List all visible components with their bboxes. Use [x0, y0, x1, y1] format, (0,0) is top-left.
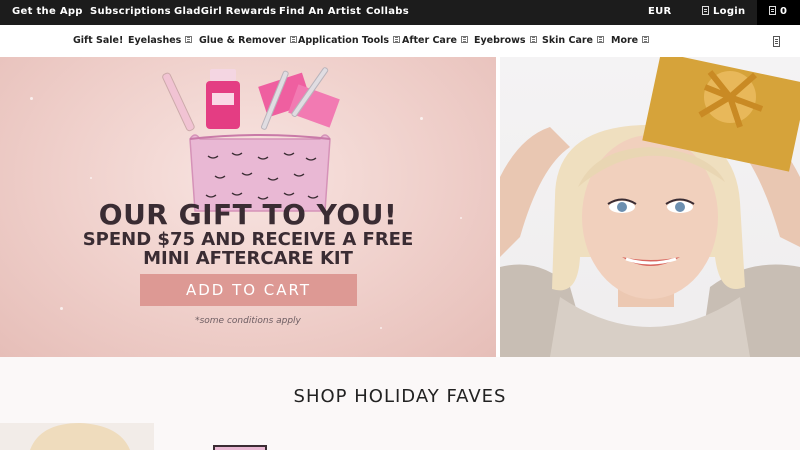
chevron-down-icon — [642, 36, 650, 43]
nav-label: After Care — [402, 35, 457, 46]
main-nav: Gift Sale! Eyelashes Glue & Remover Appl… — [0, 25, 800, 57]
chevron-down-icon — [185, 36, 193, 43]
sparkle-decoration — [30, 97, 33, 100]
menu-icon[interactable] — [773, 36, 780, 47]
currency-selector[interactable]: EUR — [648, 6, 672, 17]
login-label: Login — [713, 6, 746, 17]
product-thumbnail[interactable] — [0, 423, 154, 450]
nav-item-gift-sale[interactable]: Gift Sale! — [73, 35, 123, 46]
hero-headline: OUR GIFT TO YOU! — [98, 198, 398, 231]
nav-item-skin-care[interactable]: Skin Care — [542, 35, 604, 46]
cart-icon — [769, 6, 776, 15]
nav-item-eyelashes[interactable]: Eyelashes — [128, 35, 193, 46]
topbar-link-rewards[interactable]: GladGirl Rewards — [174, 6, 276, 17]
chevron-down-icon — [393, 36, 401, 43]
conditions-note: *some conditions apply — [195, 316, 301, 326]
cart-link: 0 — [769, 6, 787, 17]
nav-label: Glue & Remover — [199, 35, 286, 46]
topbar-link-get-app[interactable]: Get the App — [12, 6, 83, 17]
nav-item-application-tools[interactable]: Application Tools — [298, 35, 401, 46]
sparkle-decoration — [90, 177, 92, 179]
sparkle-decoration — [60, 307, 63, 310]
nav-item-more[interactable]: More — [611, 35, 650, 46]
nav-item-glue-remover[interactable]: Glue & Remover — [199, 35, 297, 46]
hero-banner[interactable]: OUR GIFT TO YOU! SPEND $75 AND RECEIVE A… — [0, 57, 496, 357]
nav-label: Eyebrows — [474, 35, 526, 46]
model-photo[interactable] — [500, 57, 800, 357]
nav-label: Skin Care — [542, 35, 593, 46]
product-thumbnail[interactable] — [213, 445, 267, 450]
chevron-down-icon — [460, 36, 468, 43]
add-to-cart-button[interactable]: ADD TO CART — [140, 274, 357, 306]
section-title: SHOP HOLIDAY FAVES — [293, 386, 507, 407]
nav-item-after-care[interactable]: After Care — [402, 35, 468, 46]
gift-kit-illustration — [162, 67, 340, 212]
top-bar: Get the App Subscriptions GladGirl Rewar… — [0, 0, 800, 25]
cart-count: 0 — [780, 6, 788, 17]
chevron-down-icon — [289, 36, 297, 43]
nav-label: Eyelashes — [128, 35, 182, 46]
nav-label: Application Tools — [298, 35, 390, 46]
hero-subline: SPEND $75 AND RECEIVE A FREE — [82, 229, 414, 250]
cart-button[interactable]: 0 — [757, 0, 800, 25]
topbar-link-subscriptions[interactable]: Subscriptions — [90, 6, 171, 17]
chevron-down-icon — [597, 36, 604, 43]
model-image — [500, 57, 800, 357]
login-link[interactable]: Login — [702, 6, 745, 17]
topbar-link-collabs[interactable]: Collabs — [366, 6, 409, 17]
nav-label: More — [611, 35, 639, 46]
user-icon — [702, 6, 709, 15]
sparkle-decoration — [420, 117, 423, 120]
sparkle-decoration — [380, 327, 382, 329]
nav-item-eyebrows[interactable]: Eyebrows — [474, 35, 537, 46]
hero-subline: MINI AFTERCARE KIT — [143, 248, 353, 269]
topbar-link-find-artist[interactable]: Find An Artist — [279, 6, 361, 17]
chevron-down-icon — [529, 36, 537, 43]
